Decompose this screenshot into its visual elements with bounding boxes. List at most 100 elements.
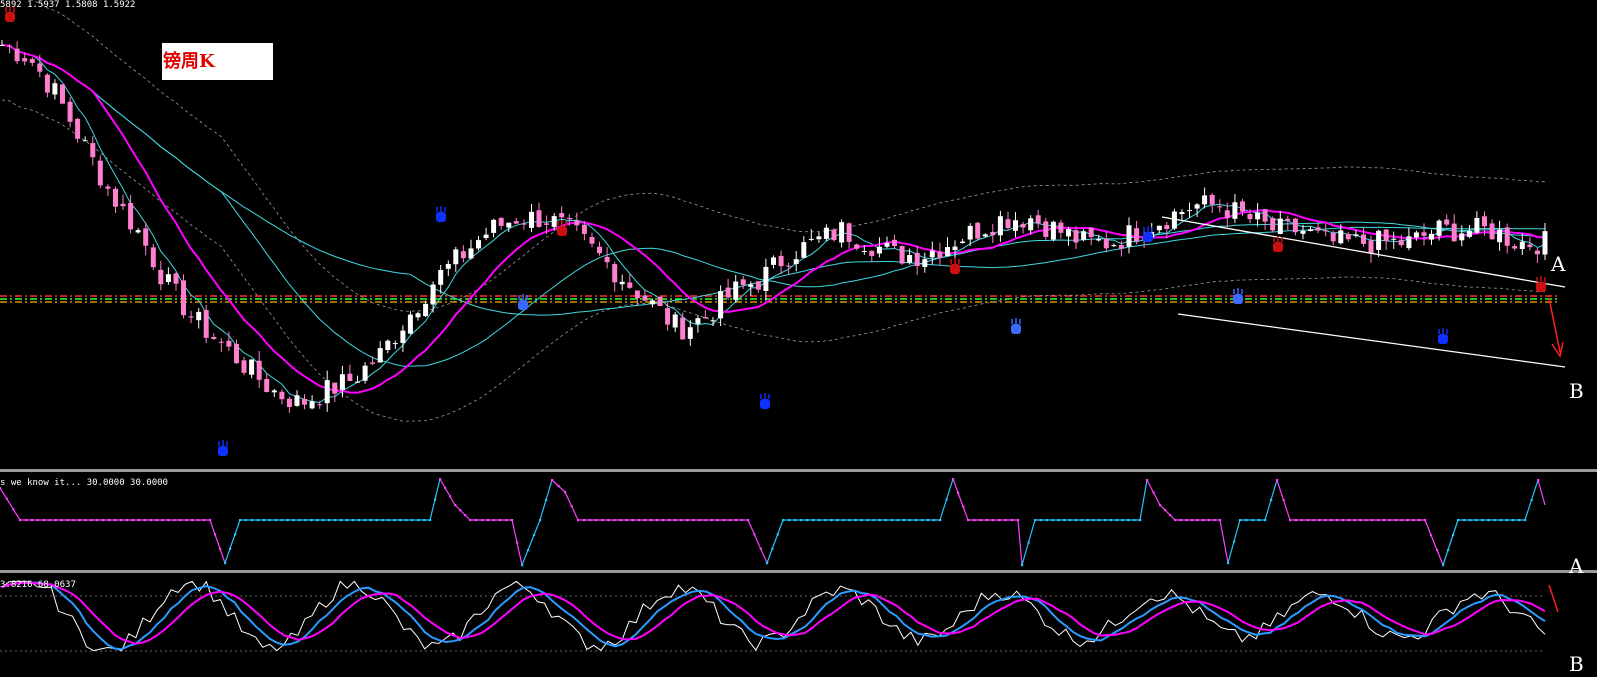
- candle-body: [665, 308, 671, 325]
- forecast-arrow-head: [1551, 341, 1564, 358]
- oscillator-1-dot: [1257, 519, 1260, 522]
- candle-body: [453, 249, 459, 265]
- candle-body: [619, 281, 625, 285]
- oscillator-1-dot: [734, 519, 738, 522]
- hand-signal-icon: [436, 212, 446, 222]
- candle-body: [1013, 220, 1018, 231]
- oscillator-1-dot: [710, 519, 713, 522]
- oscillator-1-dot: [30, 519, 34, 522]
- oscillator-1-dot: [1537, 479, 1540, 482]
- oscillator-1-line: [952, 478, 969, 521]
- oscillator-1-dot: [1239, 519, 1242, 522]
- oscillator-1-dot: [625, 519, 628, 522]
- oscillator-1-dot: [1207, 519, 1210, 522]
- candle-body: [279, 391, 285, 400]
- oscillator-1-dot: [920, 519, 924, 522]
- oscillator-1-dot: [533, 534, 536, 537]
- candle-body: [113, 188, 118, 207]
- candle-body: [483, 234, 489, 238]
- candle-body: [702, 317, 708, 319]
- oscillator-1-dot: [601, 519, 604, 522]
- oscillator-1-dot: [487, 519, 490, 522]
- oscillator-1-dot: [545, 499, 548, 502]
- oscillator-1-dot: [860, 519, 863, 522]
- oscillator-1-dot: [119, 519, 123, 522]
- oscillator-1-dot: [728, 519, 731, 522]
- oscillator-1-dot: [926, 519, 930, 522]
- oscillator-1-dot: [1127, 519, 1130, 522]
- candle-body: [332, 382, 338, 394]
- candle-body: [309, 401, 315, 409]
- candle-body: [899, 246, 905, 264]
- hand-signal-icon: [1536, 282, 1546, 292]
- oscillator-1-dot: [1264, 519, 1267, 522]
- oscillator-1-dot: [1436, 549, 1439, 552]
- oscillator-1-dot: [686, 519, 689, 522]
- candle-body: [755, 281, 761, 290]
- oscillator-1-dot: [72, 519, 75, 522]
- candle-body: [839, 222, 845, 243]
- candle-body: [1285, 218, 1291, 221]
- oscillator-1-dot: [197, 519, 200, 522]
- candle-body: [536, 210, 542, 227]
- oscillator-1-dot: [704, 519, 707, 522]
- candle-body: [581, 224, 587, 234]
- oscillator-1-dot: [1382, 519, 1386, 522]
- oscillator-1-dot: [381, 519, 384, 522]
- oscillator-1-dot: [890, 519, 893, 522]
- candle-body: [460, 251, 466, 259]
- oscillator-1-dot: [1499, 519, 1502, 522]
- oscillator-1-dot: [759, 547, 762, 550]
- oscillator-1-dot: [24, 519, 28, 522]
- oscillator-1-dot: [1213, 519, 1216, 522]
- candle-body: [29, 59, 35, 63]
- candle-body: [1497, 229, 1503, 243]
- oscillator-1-dot: [1371, 519, 1374, 522]
- oscillator-1-line: [439, 478, 456, 506]
- price-chart[interactable]: [0, 0, 1597, 677]
- candle-body: [1103, 238, 1109, 249]
- oscillator-1-dot: [1300, 519, 1303, 522]
- candle-body: [634, 290, 640, 299]
- oscillator-1-dot: [1139, 519, 1142, 522]
- candle-body: [529, 211, 534, 228]
- candle-body: [597, 246, 602, 254]
- oscillator-1-dot: [399, 519, 402, 522]
- oscillator-1-dot: [1179, 519, 1182, 522]
- moving-average-slow: [1, 44, 1546, 316]
- oscillator-1-dot: [643, 519, 646, 522]
- candle-body: [1270, 218, 1276, 231]
- candle-body: [937, 251, 943, 258]
- candle-body: [793, 259, 799, 264]
- candle-body: [929, 250, 935, 258]
- candle-body: [997, 216, 1003, 236]
- candle-body: [1164, 225, 1170, 229]
- candle-body: [733, 281, 739, 300]
- oscillator-1-dot: [280, 519, 283, 522]
- candle-body: [1126, 225, 1132, 247]
- oscillator-1-dot: [564, 491, 567, 494]
- oscillator-1-dot: [1312, 519, 1315, 522]
- oscillator-label-a: A: [1569, 554, 1584, 578]
- candle-body: [1020, 223, 1026, 228]
- candle-body: [506, 222, 512, 228]
- oscillator-1-dot: [149, 519, 152, 522]
- oscillator-1-dot: [1185, 519, 1188, 522]
- oscillator-1-dot: [48, 519, 51, 522]
- oscillator-1-dot: [998, 519, 1001, 522]
- candle-body: [1035, 215, 1041, 224]
- oscillator-1-dot: [1104, 519, 1107, 522]
- candle-body: [1232, 202, 1238, 219]
- candle-body: [687, 327, 693, 339]
- oscillator-1-dot: [286, 519, 289, 522]
- oscillator-1-dot: [992, 519, 995, 522]
- candle-body: [377, 348, 383, 363]
- oscillator-1-dot: [268, 519, 271, 522]
- oscillator-1-dot: [1233, 540, 1236, 543]
- oscillator-1-dot: [310, 519, 313, 522]
- candle-body: [438, 270, 444, 285]
- candle-body: [286, 398, 292, 407]
- candle-body: [544, 223, 550, 225]
- oscillator-1-dot: [595, 519, 598, 522]
- oscillator-1-dot: [818, 519, 821, 522]
